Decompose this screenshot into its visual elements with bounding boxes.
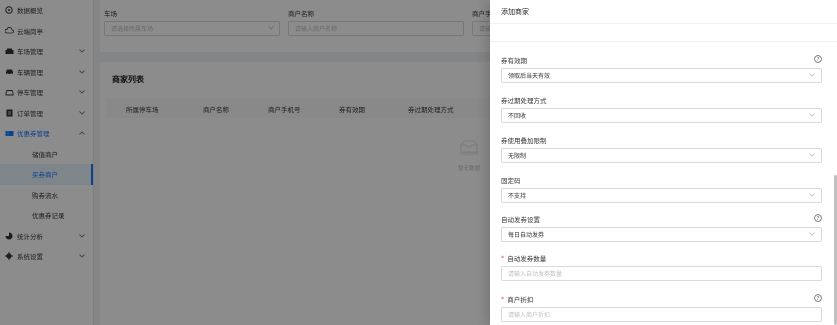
add-merchant-drawer: 添加商家 券有效期 ? 领取后当天有效 券过期处理方式 不回收 券使用叠加限制 … — [490, 0, 837, 325]
field-label: 固定码 — [501, 175, 822, 185]
coupon-validity-select[interactable]: 领取后当天有效 — [501, 68, 822, 83]
auto-issue-setting-label: 自动发券设置 — [501, 216, 540, 224]
drawer-mask[interactable] — [0, 0, 490, 325]
svg-text:?: ? — [817, 57, 820, 63]
auto-issue-setting-field: 自动发券设置 ? 每日自动发券 — [501, 214, 822, 242]
fixed-code-label: 固定码 — [501, 177, 521, 185]
field-label: 券过期处理方式 — [501, 95, 822, 105]
fixed-code-value: 不支持 — [508, 193, 527, 200]
auto-issue-setting-select[interactable]: 每日自动发券 — [501, 227, 822, 242]
drawer-divider — [490, 24, 837, 42]
expiry-handling-select[interactable]: 不回收 — [501, 108, 822, 123]
auto-issue-count-label: 自动发券数量 — [507, 255, 547, 263]
coupon-validity-label: 券有效期 — [501, 57, 527, 65]
auto-issue-count-input[interactable]: 请输入自动发券数量 — [501, 266, 822, 281]
expiry-handling-label: 券过期处理方式 — [501, 97, 547, 105]
coupon-validity-value: 领取后当天有效 — [508, 73, 551, 80]
chevron-down-icon — [809, 112, 815, 119]
svg-text:?: ? — [817, 296, 820, 302]
stacking-limit-select[interactable]: 无限制 — [501, 148, 822, 163]
field-label: * 自动发券数量 — [501, 253, 822, 263]
required-mark: * — [501, 254, 505, 262]
field-label: 券有效期 ? — [501, 55, 822, 65]
svg-text:?: ? — [817, 216, 820, 222]
question-circle-icon[interactable]: ? — [814, 214, 822, 224]
field-label: 自动发券设置 ? — [501, 214, 822, 224]
stacking-limit-field: 券使用叠加限制 无限制 — [501, 135, 822, 163]
required-mark: * — [501, 295, 505, 303]
chevron-down-icon — [809, 72, 815, 79]
field-label: * 商户折扣 ? — [501, 294, 822, 304]
merchant-discount-placeholder: 请输入商户折扣 — [508, 312, 551, 319]
expiry-handling-value: 不回收 — [508, 113, 527, 120]
question-circle-icon[interactable]: ? — [814, 55, 822, 65]
coupon-validity-field: 券有效期 ? 领取后当天有效 — [501, 55, 822, 83]
merchant-discount-input[interactable]: 请输入商户折扣 — [501, 307, 822, 322]
fixed-code-field: 固定码 不支持 — [501, 175, 822, 203]
auto-issue-count-field: * 自动发券数量 请输入自动发券数量 — [501, 253, 822, 281]
stacking-limit-label: 券使用叠加限制 — [501, 137, 547, 145]
merchant-discount-field: * 商户折扣 ? 请输入商户折扣 — [501, 294, 822, 322]
chevron-down-icon — [809, 152, 815, 159]
fixed-code-select[interactable]: 不支持 — [501, 188, 822, 203]
merchant-discount-label: 商户折扣 — [507, 296, 534, 304]
expiry-handling-field: 券过期处理方式 不回收 — [501, 95, 822, 123]
drawer-header: 添加商家 — [490, 0, 837, 24]
auto-issue-setting-value: 每日自动发券 — [508, 232, 545, 239]
question-circle-icon[interactable]: ? — [814, 294, 822, 304]
auto-issue-count-placeholder: 请输入自动发券数量 — [508, 271, 563, 278]
chevron-down-icon — [809, 192, 815, 199]
field-label: 券使用叠加限制 — [501, 135, 822, 145]
drawer-title: 添加商家 — [501, 7, 529, 16]
stacking-limit-value: 无限制 — [508, 153, 527, 160]
chevron-down-icon — [809, 231, 815, 238]
